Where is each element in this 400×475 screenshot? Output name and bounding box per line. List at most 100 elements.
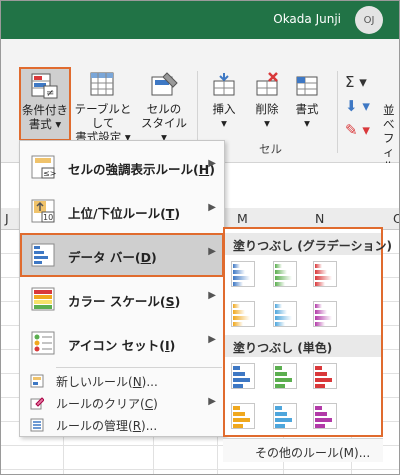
format-cells-icon [296,76,318,96]
conditional-formatting-menu: ≤> セルの強調表示ルール(H) ▶ 10 上位/下位ルール(T) ▶ データ … [19,140,225,437]
gradient-data-bar-swatch[interactable] [313,261,337,287]
menu-item-color-scales[interactable]: カラー スケール(S) ▶ [20,277,224,321]
menu-label-tail: ) [174,294,181,309]
access-key: N [132,375,142,389]
gridline [1,469,399,470]
access-key: D [140,250,151,265]
solid-data-bar-swatch[interactable] [231,363,255,389]
delete-label: 削除 [255,102,279,116]
conditional-formatting-button[interactable]: ≠ 条件付き 書式 ▾ [19,67,71,141]
gradient-data-bar-swatch[interactable] [313,301,337,327]
format-caret: ▾ [304,116,310,130]
column-letter[interactable]: J [5,211,9,226]
editing-group: Σ ▾ ⬇ ▾ ✎ ▾ [345,73,385,145]
format-label: 書式 [295,102,319,116]
svg-text:10: 10 [43,213,53,222]
submenu-arrow-icon: ▶ [208,158,216,169]
menu-label: ルールのクリア( [56,397,145,411]
format-button[interactable]: 書式 ▾ [289,71,325,130]
menu-label-tail: ) [153,397,158,411]
menu-label: データ バー( [68,250,141,265]
cond-format-line2: 書式 ▾ [28,117,62,131]
menu-label-tail: ) [150,250,157,265]
menu-item-manage-rules[interactable]: ルールの管理(R)... [20,414,224,436]
format-as-table-icon [90,72,114,96]
gradient-fill-heading: 塗りつぶし (グラデーション) [225,233,392,255]
conditional-formatting-icon: ≠ [31,73,58,99]
column-letter[interactable]: O [393,211,399,226]
solid-data-bar-swatch[interactable] [231,403,255,429]
delete-button[interactable]: 削除 ▾ [247,71,287,130]
insert-label: 挿入 [212,102,236,116]
menu-item-data-bars[interactable]: データ バー(D) ▶ [20,233,224,277]
menu-item-icon-sets[interactable]: アイコン セット(I) ▶ [20,321,224,365]
solid-data-bar-swatch[interactable] [273,363,297,389]
delete-caret: ▾ [264,116,270,130]
clear-rules-icon [30,397,44,410]
clear-icon[interactable]: ✎ ▾ [345,121,385,145]
ribbon-divider [337,71,338,153]
avatar[interactable]: OJ [355,6,383,34]
autosum-icon[interactable]: Σ ▾ [345,73,385,97]
access-key: S [165,294,175,309]
cell-styles-button[interactable]: セルの スタイル ▾ [139,71,189,144]
user-name[interactable]: Okada Junji [273,12,341,26]
menu-label-tail: ) [174,206,181,221]
cell-styles-icon [151,72,178,96]
cells-group-label: セル [259,142,282,156]
data-bars-submenu: 塗りつぶし (グラデーション) 塗りつぶし (単色) [223,227,392,437]
access-key: C [144,397,154,411]
top-bottom-rules-icon: 10 [31,199,55,223]
more-rules-label: その他のルール(M)... [255,446,371,460]
menu-item-clear-rules[interactable]: ルールのクリア(C) ▶ [20,392,224,414]
cell-styles-line1: セルの [146,102,182,116]
menu-label: ルールの管理( [56,419,133,433]
column-letter[interactable]: M [237,211,248,226]
data-bars-icon [31,243,55,267]
submenu-arrow-icon: ▶ [208,202,216,213]
insert-button[interactable]: 挿入 ▾ [206,71,242,130]
solid-data-bar-swatch[interactable] [313,363,337,389]
menu-label-tail: )... [141,419,158,433]
menu-separator [56,367,222,368]
menu-label-tail: )... [141,375,158,389]
icon-sets-icon [31,331,55,355]
menu-label: アイコン セット( [68,338,165,353]
menu-item-highlight-cells-rules[interactable]: ≤> セルの強調表示ルール(H) ▶ [20,145,224,189]
more-rules-item[interactable]: その他のルール(M)... [223,438,383,462]
solid-data-bar-swatch[interactable] [313,403,337,429]
insert-cells-icon [213,73,235,96]
submenu-arrow-icon: ▶ [208,396,216,407]
menu-item-new-rule[interactable]: 新しいルール(N)... [20,370,224,392]
column-letter[interactable]: N [315,211,324,226]
gradient-data-bar-swatch[interactable] [273,261,297,287]
cond-format-line1: 条件付き [22,103,68,117]
solid-data-bar-swatch[interactable] [273,403,297,429]
gradient-data-bar-swatch[interactable] [273,301,297,327]
menu-item-top-bottom-rules[interactable]: 10 上位/下位ルール(T) ▶ [20,189,224,233]
delete-cells-icon [256,72,278,96]
submenu-arrow-icon: ▶ [208,290,216,301]
svg-text:≠: ≠ [46,88,54,99]
submenu-arrow-icon: ▶ [208,334,216,345]
color-scales-icon [31,287,55,311]
solid-fill-heading: 塗りつぶし (単色) [225,335,381,357]
manage-rules-icon [30,418,44,432]
menu-label: カラー スケール( [68,294,166,309]
gradient-data-bar-swatch[interactable] [231,301,255,327]
access-key: R [132,419,142,433]
menu-label-tail: ) [169,338,176,353]
new-rule-icon [30,374,44,388]
sort-line1: 並べ [383,103,395,131]
format-table-line1: テーブルとして [74,102,132,130]
menu-label: 新しいルール( [56,375,133,389]
insert-caret: ▾ [221,116,227,130]
title-bar: Okada Junji OJ [1,1,399,39]
menu-label: 上位/下位ルール( [68,206,166,221]
fill-icon[interactable]: ⬇ ▾ [345,97,385,121]
format-as-table-button[interactable]: テーブルとして 書式設定 ▾ [71,71,135,144]
gradient-data-bar-swatch[interactable] [231,261,255,287]
svg-text:≤>: ≤> [43,169,56,178]
highlight-cells-rules-icon: ≤> [31,155,56,179]
submenu-arrow-icon: ▶ [208,246,216,257]
